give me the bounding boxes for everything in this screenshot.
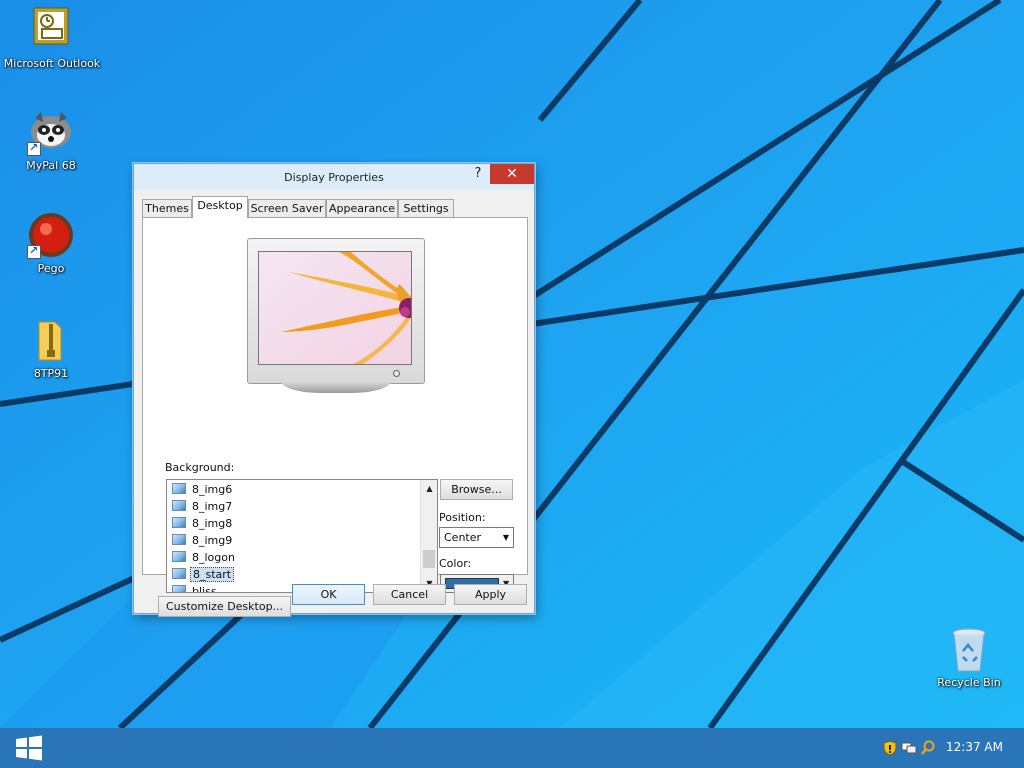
desktop-icon-label: Microsoft Outlook <box>3 57 101 70</box>
image-file-icon <box>172 500 186 511</box>
search-icon[interactable] <box>920 740 936 756</box>
outlook-icon <box>28 6 76 54</box>
customize-desktop-button[interactable]: Customize Desktop... <box>158 596 291 617</box>
desktop-icon-outlook[interactable]: Microsoft Outlook <box>2 6 102 70</box>
list-item[interactable]: bliss <box>172 584 219 592</box>
help-button[interactable]: ? <box>466 164 490 184</box>
close-button[interactable]: ✕ <box>490 164 534 184</box>
list-item-selected[interactable]: 8_start <box>172 567 235 582</box>
desktop-icon-label: Pego <box>37 262 65 275</box>
start-button[interactable] <box>12 734 46 762</box>
taskbar: 12:37 AM <box>0 728 1024 768</box>
zip-folder-icon <box>27 316 75 364</box>
position-select[interactable]: Center ▼ <box>439 527 514 548</box>
color-label: Color: <box>439 557 472 570</box>
pego-icon <box>27 211 75 259</box>
image-file-icon <box>172 585 186 592</box>
listbox-scrollbar[interactable]: ▲ ▼ <box>420 480 437 592</box>
desktop-icon-recycle-bin[interactable]: Recycle Bin <box>919 625 1019 689</box>
tab-settings[interactable]: Settings <box>398 199 454 217</box>
apply-button[interactable]: Apply <box>454 584 527 605</box>
list-item[interactable]: 8_img6 <box>172 482 234 497</box>
shortcut-arrow-icon <box>27 141 41 156</box>
mypal-icon <box>27 108 75 156</box>
power-led-icon <box>393 370 400 377</box>
image-file-icon <box>172 568 186 579</box>
background-label: Background: <box>165 461 235 474</box>
chevron-down-icon: ▼ <box>502 533 509 542</box>
list-item[interactable]: 8_img8 <box>172 516 234 531</box>
tab-desktop[interactable]: Desktop <box>192 196 248 218</box>
windows-logo-icon <box>16 735 42 761</box>
browse-button[interactable]: Browse... <box>440 479 513 500</box>
network-icon[interactable] <box>901 740 917 756</box>
desktop-icon-label: MyPal 68 <box>26 159 76 172</box>
recycle-bin-icon <box>945 625 993 673</box>
shield-icon[interactable] <box>882 740 898 756</box>
desktop-icon-mypal[interactable]: MyPal 68 <box>1 108 101 172</box>
wallpaper-preview <box>258 251 412 365</box>
scrollbar-thumb[interactable] <box>423 550 435 568</box>
taskbar-clock[interactable]: 12:37 AM <box>946 740 1003 754</box>
shortcut-arrow-icon <box>27 244 41 259</box>
tab-screen-saver[interactable]: Screen Saver <box>248 199 326 217</box>
image-file-icon <box>172 551 186 562</box>
tab-appearance[interactable]: Appearance <box>326 199 398 217</box>
monitor-preview <box>247 238 425 384</box>
image-file-icon <box>172 517 186 528</box>
image-file-icon <box>172 534 186 545</box>
background-listbox[interactable]: 8_img6 8_img7 8_img8 8_img9 8_logon 8_st… <box>166 479 438 593</box>
ok-button[interactable]: OK <box>292 584 365 605</box>
dialog-titlebar[interactable]: Display Properties ? ✕ <box>134 164 534 190</box>
position-value: Center <box>444 531 482 544</box>
desktop-icon-pego[interactable]: Pego <box>1 211 101 275</box>
image-file-icon <box>172 483 186 494</box>
desktop-icon-label: 8TP91 <box>33 367 69 380</box>
cancel-button[interactable]: Cancel <box>373 584 446 605</box>
desktop-icon-label: Recycle Bin <box>937 676 1001 689</box>
scroll-up-icon[interactable]: ▲ <box>421 480 437 497</box>
list-item[interactable]: 8_logon <box>172 550 237 565</box>
monitor-stand <box>281 381 391 393</box>
position-label: Position: <box>439 511 486 524</box>
desktop-tab-panel: Background: 8_img6 8_img7 8_img8 8_img9 … <box>142 217 528 617</box>
list-item[interactable]: 8_img9 <box>172 533 234 548</box>
display-properties-dialog: Display Properties ? ✕ Themes Desktop Sc… <box>133 163 535 617</box>
tab-themes[interactable]: Themes <box>142 199 192 217</box>
desktop-icon-8tp91[interactable]: 8TP91 <box>1 316 101 380</box>
list-item[interactable]: 8_img7 <box>172 499 234 514</box>
